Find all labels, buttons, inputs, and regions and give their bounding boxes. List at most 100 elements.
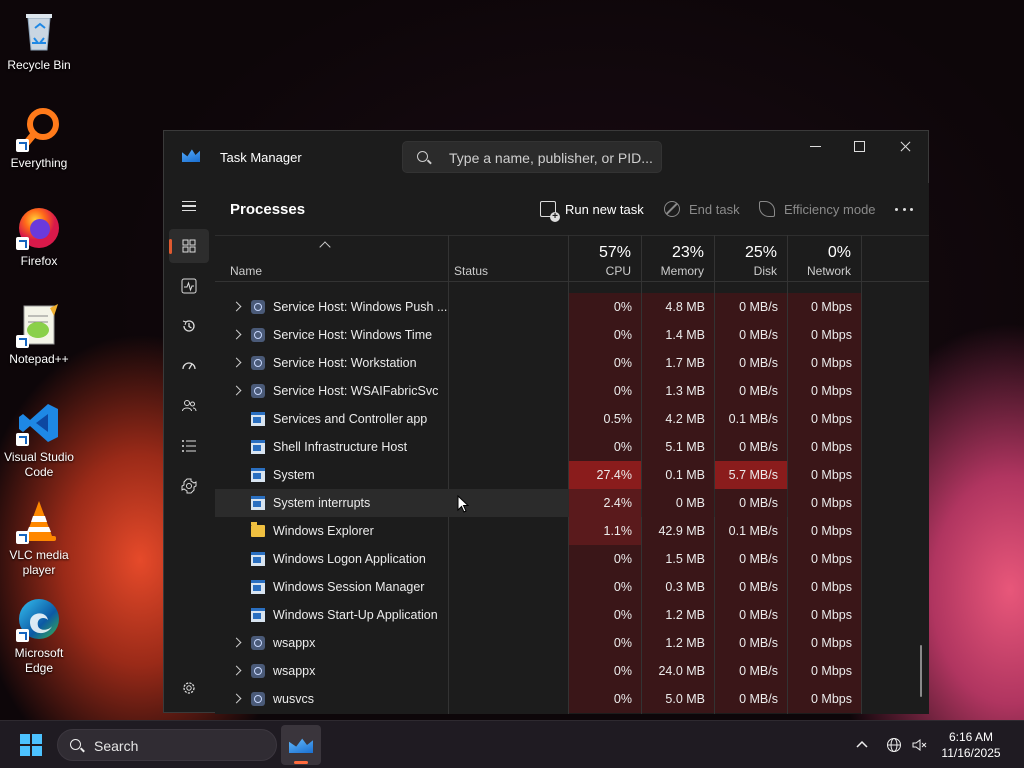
taskbar-app-task-manager[interactable]: [281, 725, 321, 765]
disk-cell: 0.1 MB/s: [715, 405, 787, 433]
cpu-cell: 1.1%: [569, 517, 641, 545]
side-navigation: [164, 183, 214, 714]
expand-chevron-icon[interactable]: [231, 385, 242, 396]
expand-chevron-icon[interactable]: [231, 357, 242, 368]
taskbar-search-box[interactable]: Search: [57, 729, 277, 761]
disk-cell: 0 MB/s: [715, 377, 787, 405]
disk-cell: 0 MB/s: [715, 657, 787, 685]
minimize-button[interactable]: [792, 131, 838, 163]
close-button[interactable]: [882, 131, 928, 163]
volume-muted-icon[interactable]: [911, 737, 927, 753]
table-row[interactable]: Service Host: Windows Push ... 0% 4.8 MB 0 …: [215, 293, 861, 321]
process-name: Service Host: Windows Push ...: [273, 300, 448, 314]
search-input[interactable]: [449, 148, 654, 168]
table-row[interactable]: wsappx 0% 1.2 MB 0 MB/s 0 Mbps: [215, 629, 861, 657]
column-header-cpu[interactable]: 57% CPU: [569, 236, 641, 283]
disk-cell: 0.1 MB/s: [715, 517, 787, 545]
table-row[interactable]: wsappx 0% 24.0 MB 0 MB/s 0 Mbps: [215, 657, 861, 685]
table-row[interactable]: Service Host: Windows Time 0% 1.4 MB 0 MB/s…: [215, 321, 861, 349]
process-name-cell: System: [215, 461, 448, 489]
efficiency-mode-button[interactable]: Efficiency mode: [759, 197, 876, 221]
column-header-name[interactable]: Name: [215, 236, 448, 283]
desktop-icon-firefox[interactable]: Firefox: [4, 204, 74, 269]
nav-item-processes[interactable]: [169, 229, 209, 263]
column-label: Network: [806, 264, 851, 278]
status-cell: [449, 377, 568, 405]
nav-item-startup-apps[interactable]: [169, 349, 209, 383]
process-search-box[interactable]: [402, 141, 662, 173]
end-task-button[interactable]: End task: [664, 197, 740, 221]
network-cell: 0 Mbps: [788, 349, 861, 377]
nav-item-performance[interactable]: [169, 269, 209, 303]
network-cell: 0 Mbps: [788, 601, 861, 629]
run-new-task-button[interactable]: Run new task: [540, 197, 644, 222]
table-row[interactable]: Service Host: WSAIFabricSvc 0% 1.3 MB 0 MB/…: [215, 377, 861, 405]
cpu-cell: 2.4%: [569, 489, 641, 517]
notepad-plus-plus-icon: [16, 302, 62, 348]
vertical-scrollbar[interactable]: [920, 645, 922, 697]
expand-chevron-icon[interactable]: [231, 665, 242, 676]
network-globe-icon[interactable]: [886, 737, 902, 753]
efficiency-mode-label: Efficiency mode: [784, 201, 876, 217]
table-row[interactable]: System 27.4% 0.1 MB 5.7 MB/s 0 Mbps: [215, 461, 861, 489]
table-row[interactable]: Windows Start-Up Application 0% 1.2 MB 0 MB…: [215, 601, 861, 629]
network-cell: 0 Mbps: [788, 489, 861, 517]
column-header-network[interactable]: 0% Network: [788, 236, 861, 283]
nav-item-services[interactable]: [169, 469, 209, 503]
start-button[interactable]: [20, 734, 44, 756]
performance-icon: [181, 278, 197, 294]
window-title: Task Manager: [220, 150, 302, 165]
disk-cell: 0 MB/s: [715, 489, 787, 517]
nav-item-details[interactable]: [169, 429, 209, 463]
memory-cell: 4.2 MB: [642, 405, 714, 433]
desktop-icon-recycle-bin[interactable]: Recycle Bin: [4, 8, 74, 73]
app-window-icon: [251, 580, 265, 594]
system-clock[interactable]: 6:16 AM 11/16/2025: [930, 729, 1012, 761]
desktop-icon-notepad-plus-plus[interactable]: Notepad++: [4, 302, 74, 367]
column-header-memory[interactable]: 23% Memory: [642, 236, 714, 283]
table-row[interactable]: wusvcs 0% 5.0 MB 0 MB/s 0 Mbps: [215, 685, 861, 713]
table-row[interactable]: Windows Logon Application 0% 1.5 MB 0 MB/s 0…: [215, 545, 861, 573]
nav-item-users[interactable]: [169, 389, 209, 423]
expand-chevron-icon[interactable]: [231, 329, 242, 340]
table-row[interactable]: Shell Infrastructure Host 0% 5.1 MB 0 MB/s 0…: [215, 433, 861, 461]
cpu-cell: 27.4%: [569, 461, 641, 489]
firefox-icon: [16, 204, 62, 250]
desktop-icon-vscode[interactable]: Visual Studio Code: [4, 400, 74, 480]
expand-chevron-icon[interactable]: [231, 693, 242, 704]
desktop-icon-everything[interactable]: Everything: [4, 106, 74, 171]
table-row[interactable]: System interrupts 2.4% 0 MB 0 MB/s 0 Mbps: [215, 489, 861, 517]
nav-menu-button[interactable]: [169, 189, 209, 223]
table-row[interactable]: Services and Controller app 0.5% 4.2 MB 0.1…: [215, 405, 861, 433]
more-options-button[interactable]: [892, 199, 916, 219]
table-row[interactable]: Windows Session Manager 0% 0.3 MB 0 MB/s 0 M…: [215, 573, 861, 601]
disk-cell: 0 MB/s: [715, 545, 787, 573]
network-cell: 0 Mbps: [788, 433, 861, 461]
process-name-cell: Windows Start-Up Application: [215, 601, 448, 629]
nav-item-app-history[interactable]: [169, 309, 209, 343]
column-header-status[interactable]: Status: [449, 236, 568, 283]
memory-cell: 24.0 MB: [642, 657, 714, 685]
desktop-icon-edge[interactable]: Microsoft Edge: [4, 596, 74, 676]
show-hidden-icons-chevron-up-icon[interactable]: [855, 737, 869, 751]
column-header-disk[interactable]: 25% Disk: [715, 236, 787, 283]
expand-chevron-icon[interactable]: [231, 301, 242, 312]
service-host-icon: [251, 300, 265, 314]
process-name: wsappx: [273, 664, 316, 678]
title-bar[interactable]: Task Manager: [164, 131, 928, 183]
network-cell: 0 Mbps: [788, 629, 861, 657]
run-new-task-label: Run new task: [565, 201, 644, 217]
table-row[interactable]: Windows Explorer 1.1% 42.9 MB 0.1 MB/s 0 Mbp…: [215, 517, 861, 545]
cpu-cell: 0.5%: [569, 405, 641, 433]
nav-item-settings[interactable]: [169, 671, 209, 705]
status-cell: [449, 657, 568, 685]
process-name-cell: Services and Controller app: [215, 405, 448, 433]
shortcut-arrow-icon: [16, 433, 29, 446]
expand-chevron-icon[interactable]: [231, 637, 242, 648]
desktop-icon-vlc[interactable]: VLC media player: [4, 498, 74, 578]
process-name: Service Host: Workstation: [273, 356, 417, 370]
table-row[interactable]: Service Host: Workstation 0% 1.7 MB 0 MB/s 0…: [215, 349, 861, 377]
app-window-icon: [251, 468, 265, 482]
maximize-button[interactable]: [836, 131, 882, 163]
process-name: System interrupts: [273, 496, 371, 510]
